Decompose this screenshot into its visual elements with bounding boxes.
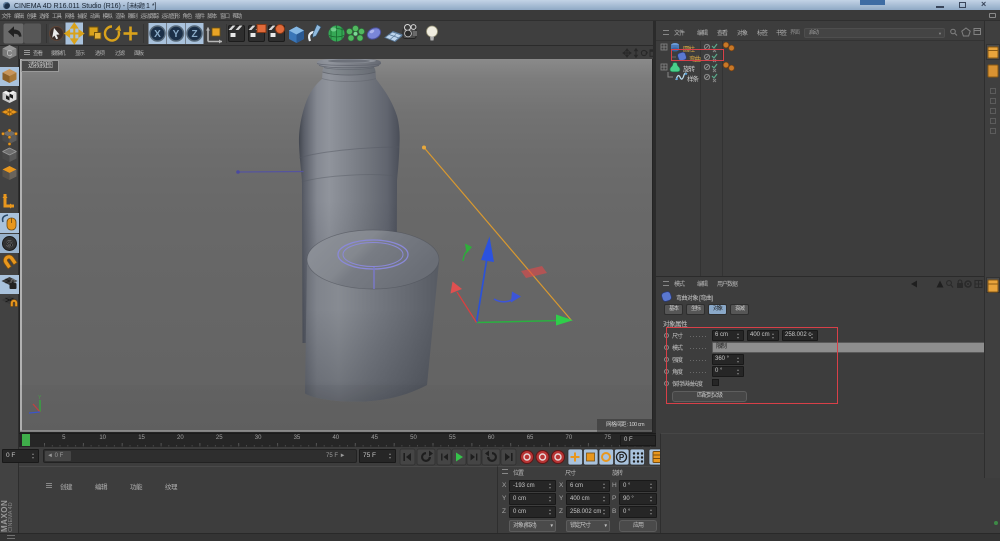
svg-text:P: P [619,453,625,462]
